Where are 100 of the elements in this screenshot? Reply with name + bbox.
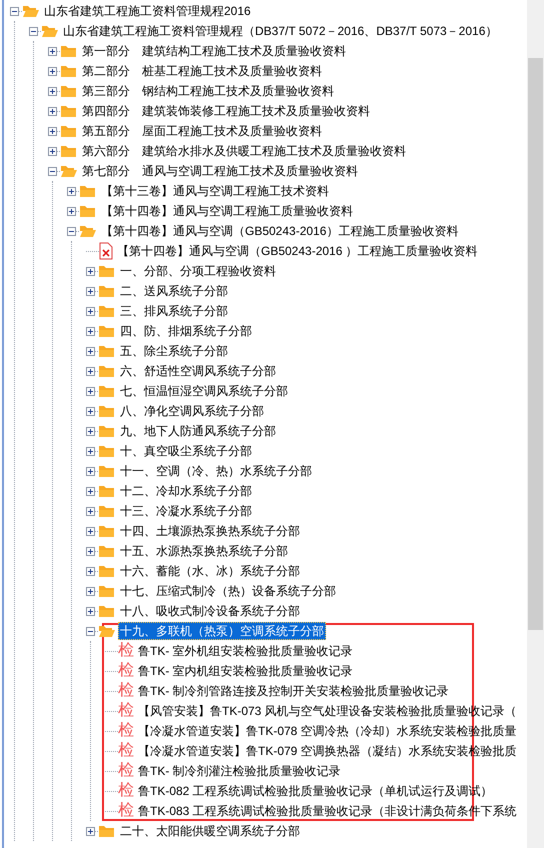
tree-item[interactable]: 鲁TK- 室外机组安装检验批质量验收记录 bbox=[136, 642, 355, 660]
tree-item[interactable]: 十九、多联机（热泵）空调系统子分部 bbox=[118, 622, 326, 640]
tree-item[interactable]: 八、净化空调风系统子分部 bbox=[118, 402, 266, 420]
expand-icon[interactable] bbox=[48, 66, 57, 76]
tree-item[interactable]: 一、分部、分项工程验收资料 bbox=[118, 262, 278, 280]
expand-icon[interactable] bbox=[86, 606, 95, 616]
folder-icon bbox=[98, 324, 116, 338]
folder-icon bbox=[98, 284, 116, 298]
tree-item[interactable]: 鲁TK- 制冷剂灌注检验批质量验收记录 bbox=[136, 762, 343, 780]
tree-item[interactable]: 十三、冷凝水系统子分部 bbox=[118, 502, 254, 520]
folder-icon bbox=[60, 64, 78, 78]
folder-icon bbox=[79, 204, 97, 218]
open-folder-icon bbox=[98, 624, 116, 638]
open-folder-icon bbox=[79, 224, 97, 238]
folder-icon bbox=[98, 384, 116, 398]
tree-item[interactable]: 十一、空调（冷、热）水系统子分部 bbox=[118, 462, 314, 480]
expand-icon[interactable] bbox=[86, 406, 95, 416]
collapse-icon[interactable] bbox=[48, 166, 57, 176]
expand-icon[interactable] bbox=[86, 466, 95, 476]
scrollbar-track[interactable] bbox=[527, 0, 544, 848]
tree-item[interactable]: 第三部分 钢结构工程施工技术及质量验收资料 bbox=[80, 82, 336, 100]
expand-icon[interactable] bbox=[86, 426, 95, 436]
collapse-icon[interactable] bbox=[86, 626, 95, 636]
tree-item[interactable]: 山东省建筑工程施工资料管理规程2016 bbox=[42, 2, 253, 20]
expand-icon[interactable] bbox=[67, 186, 76, 196]
folder-icon bbox=[98, 824, 116, 838]
expand-icon[interactable] bbox=[86, 326, 95, 336]
expand-icon[interactable] bbox=[86, 366, 95, 376]
tree-item[interactable]: 七、恒温恒湿空调风系统子分部 bbox=[118, 382, 290, 400]
tree-item[interactable]: 三、排风系统子分部 bbox=[118, 302, 230, 320]
collapse-icon[interactable] bbox=[29, 26, 38, 36]
tree-item[interactable]: 十四、土壤源热泵换热系统子分部 bbox=[118, 522, 302, 540]
inspection-icon: 检 bbox=[118, 663, 134, 679]
folder-icon bbox=[60, 84, 78, 98]
folder-icon bbox=[60, 144, 78, 158]
expand-icon[interactable] bbox=[48, 46, 57, 56]
expand-icon[interactable] bbox=[86, 286, 95, 296]
tree-item[interactable]: 第六部分 建筑给水排水及供暖工程施工技术及质量验收资料 bbox=[80, 142, 408, 160]
scrollbar-thumb[interactable] bbox=[528, 58, 543, 630]
expand-icon[interactable] bbox=[86, 506, 95, 516]
expand-icon[interactable] bbox=[86, 266, 95, 276]
folder-icon bbox=[98, 484, 116, 498]
expand-icon[interactable] bbox=[86, 386, 95, 396]
expand-icon[interactable] bbox=[86, 346, 95, 356]
expand-icon[interactable] bbox=[48, 106, 57, 116]
expand-icon[interactable] bbox=[86, 526, 95, 536]
tree-item[interactable]: 四、防、排烟系统子分部 bbox=[118, 322, 254, 340]
expand-icon[interactable] bbox=[86, 446, 95, 456]
expand-icon[interactable] bbox=[86, 546, 95, 556]
tree-item[interactable]: 十六、蓄能（水、冰）系统子分部 bbox=[118, 562, 302, 580]
expand-icon[interactable] bbox=[48, 86, 57, 96]
folder-icon bbox=[60, 124, 78, 138]
expand-icon[interactable] bbox=[86, 486, 95, 496]
tree-item[interactable]: 九、地下人防通风系统子分部 bbox=[118, 422, 278, 440]
tree-item[interactable]: 五、除尘系统子分部 bbox=[118, 342, 230, 360]
tree-item[interactable]: 二十、太阳能供暖空调系统子分部 bbox=[118, 822, 302, 840]
inspection-icon: 检 bbox=[118, 643, 134, 659]
folder-icon bbox=[98, 304, 116, 318]
tree-item[interactable]: 【第十三卷】通风与空调工程施工技术资料 bbox=[99, 182, 331, 200]
expand-icon[interactable] bbox=[86, 306, 95, 316]
tree-item[interactable]: 第二部分 桩基工程施工技术及质量验收资料 bbox=[80, 62, 324, 80]
tree-item[interactable]: 第七部分 通风与空调工程施工技术及质量验收资料 bbox=[80, 162, 360, 180]
folder-icon bbox=[98, 524, 116, 538]
expand-icon[interactable] bbox=[86, 826, 95, 836]
tree-item[interactable]: 十五、水源热泵换热系统子分部 bbox=[118, 542, 290, 560]
tree-item[interactable]: 【第十四卷】通风与空调（GB50243-2016）工程施工质量验收资料 bbox=[99, 222, 460, 240]
folder-icon bbox=[98, 404, 116, 418]
tree-item[interactable]: 二、送风系统子分部 bbox=[118, 282, 230, 300]
collapse-icon[interactable] bbox=[10, 6, 19, 16]
open-folder-icon bbox=[41, 24, 59, 38]
tree-item[interactable]: 十二、冷却水系统子分部 bbox=[118, 482, 254, 500]
tree-item[interactable]: 十、真空吸尘系统子分部 bbox=[118, 442, 254, 460]
tree-item[interactable]: 山东省建筑工程施工资料管理规程（DB37/T 5072－2016、DB37/T 5073－2016） bbox=[61, 22, 500, 40]
expand-icon[interactable] bbox=[48, 126, 57, 136]
tree-item[interactable]: 鲁TK- 室内机组安装检验批质量验收记录 bbox=[136, 662, 355, 680]
tree-item[interactable]: 十八、吸收式制冷设备系统子分部 bbox=[118, 602, 302, 620]
tree-item[interactable]: 第四部分 建筑装饰装修工程施工技术及质量验收资料 bbox=[80, 102, 372, 120]
inspection-icon: 检 bbox=[118, 763, 134, 779]
tree-item[interactable]: 第五部分 屋面工程施工技术及质量验收资料 bbox=[80, 122, 324, 140]
folder-icon bbox=[98, 444, 116, 458]
expand-icon[interactable] bbox=[86, 566, 95, 576]
folder-icon bbox=[98, 504, 116, 518]
tree-item[interactable]: 第一部分 建筑结构工程施工技术及质量验收资料 bbox=[80, 42, 348, 60]
folder-icon bbox=[98, 564, 116, 578]
expand-icon[interactable] bbox=[48, 146, 57, 156]
inspection-icon: 检 bbox=[118, 743, 134, 759]
tree-item[interactable]: 鲁TK- 制冷剂管路连接及控制开关安装检验批质量验收记录 bbox=[136, 682, 451, 700]
folder-icon bbox=[98, 424, 116, 438]
inspection-icon: 检 bbox=[118, 783, 134, 799]
collapse-icon[interactable] bbox=[67, 226, 76, 236]
folder-icon bbox=[79, 184, 97, 198]
tree-item[interactable]: 十七、压缩式制冷（热）设备系统子分部 bbox=[118, 582, 338, 600]
tree-item[interactable]: 【第十四卷】通风与空调工程施工质量验收资料 bbox=[99, 202, 355, 220]
folder-icon bbox=[98, 604, 116, 618]
tree-item[interactable]: 六、舒适性空调风系统子分部 bbox=[118, 362, 278, 380]
folder-icon bbox=[60, 104, 78, 118]
expand-icon[interactable] bbox=[67, 206, 76, 216]
folder-icon bbox=[98, 364, 116, 378]
tree-item[interactable]: 【第十四卷】通风与空调（GB50243-2016 ）工程施工质量验收资料 bbox=[115, 242, 480, 260]
expand-icon[interactable] bbox=[86, 586, 95, 596]
